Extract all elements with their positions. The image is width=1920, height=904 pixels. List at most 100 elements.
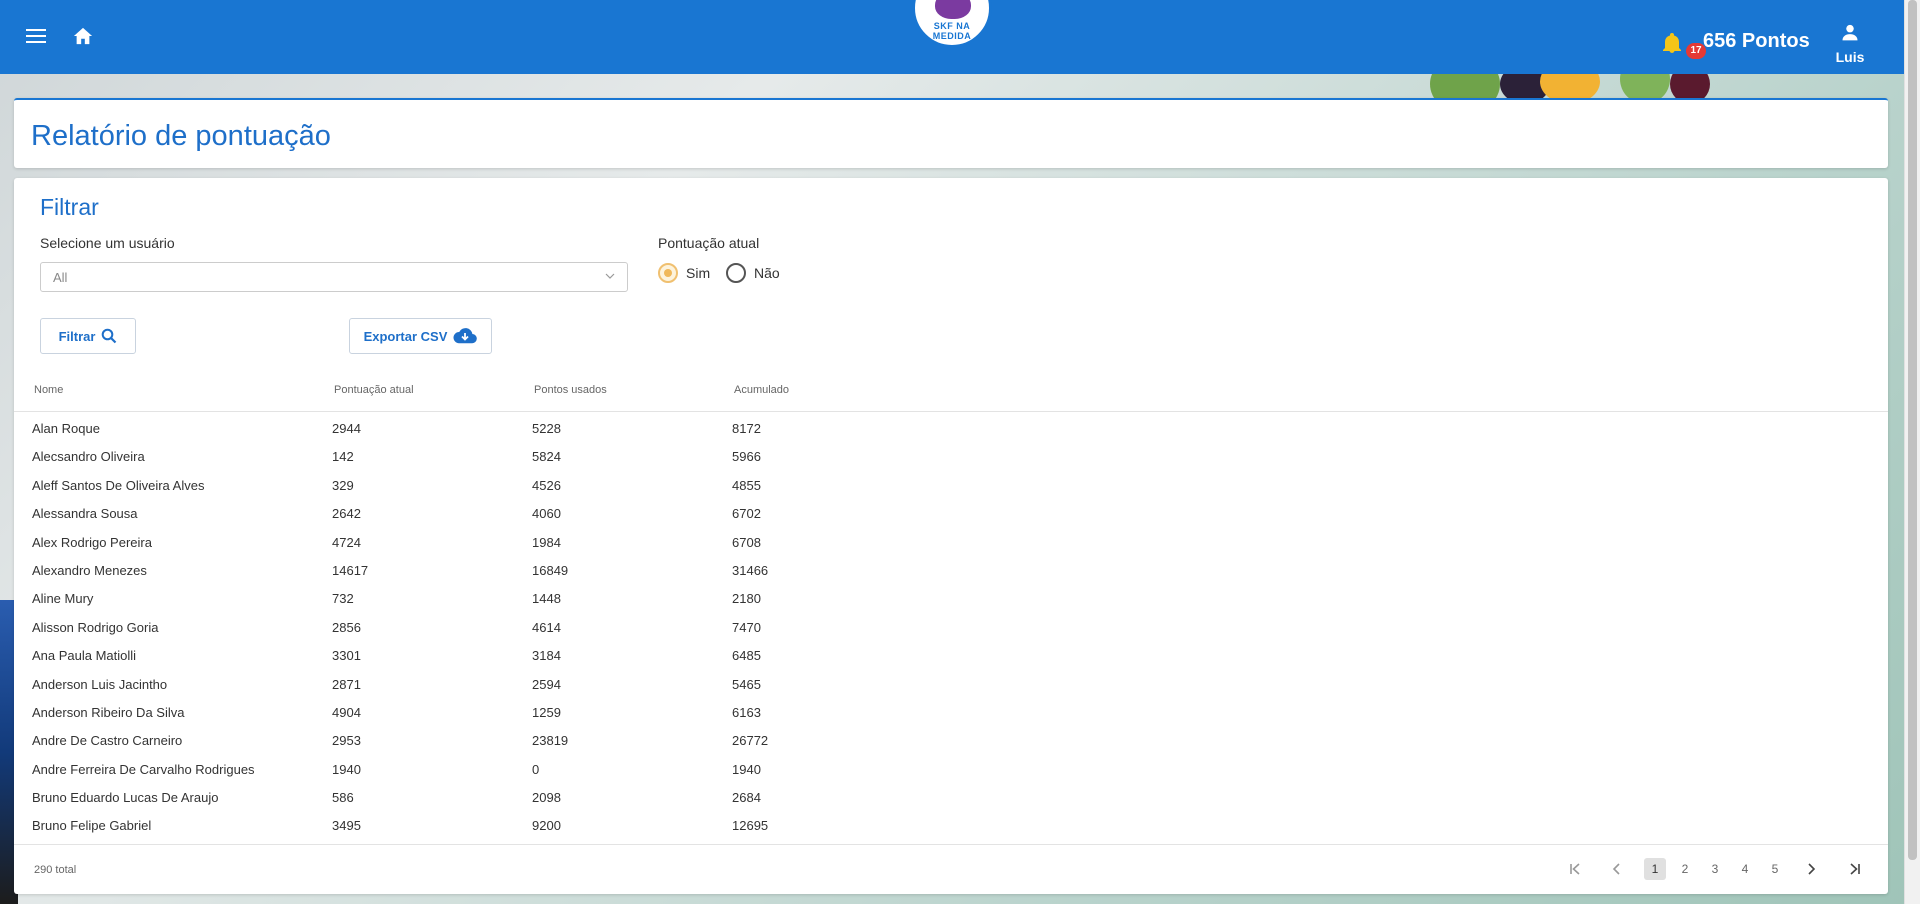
cell-pontos-usados: 2098 (532, 790, 561, 806)
export-csv-button[interactable]: Exportar CSV (349, 318, 492, 354)
user-points: 656 Pontos (1703, 30, 1810, 52)
cell-acumulado: 31466 (732, 562, 769, 578)
cell-nome: Aline Mury (32, 591, 94, 607)
cell-nome: Alexandro Menezes (32, 562, 147, 578)
total-count: 290 total (34, 864, 77, 876)
column-header-nome[interactable]: Nome (34, 384, 63, 396)
user-select-label: Selecione um usuário (40, 235, 175, 251)
radio-nao-label: Não (754, 265, 780, 281)
table-row: Alecsandro Oliveira 142 5824 5966 (14, 441, 1888, 469)
user-name: Luis (1835, 49, 1865, 65)
page-1-button[interactable]: 1 (1644, 858, 1666, 880)
cell-pontuacao-atual: 2953 (332, 733, 361, 749)
chevron-down-icon (605, 273, 615, 279)
user-select-value: All (53, 270, 68, 285)
cell-nome: Bruno Felipe Gabriel (32, 818, 152, 834)
cell-pontuacao-atual: 4724 (332, 534, 361, 550)
table-row: Anderson Ribeiro Da Silva 4904 1259 6163 (14, 697, 1888, 725)
cloud-download-icon (453, 328, 478, 344)
cell-pontos-usados: 4060 (532, 506, 561, 522)
cell-pontos-usados: 1259 (532, 704, 561, 720)
last-page-icon[interactable] (1844, 858, 1866, 880)
cell-pontuacao-atual: 2944 (332, 421, 361, 436)
page-2-button[interactable]: 2 (1674, 858, 1696, 880)
column-header-acumulado[interactable]: Acumulado (734, 384, 789, 396)
cell-acumulado: 4855 (732, 477, 761, 493)
filter-button-label: Filtrar (58, 328, 96, 344)
cell-nome: Andre De Castro Carneiro (32, 733, 183, 749)
menu-icon[interactable] (24, 26, 48, 46)
page-scrollbar[interactable] (1904, 0, 1920, 904)
cell-nome: Bruno Eduardo Lucas De Araujo (32, 790, 219, 806)
cell-pontuacao-atual: 1940 (332, 761, 361, 777)
cell-acumulado: 12695 (732, 818, 769, 834)
search-icon (102, 328, 117, 344)
next-page-icon[interactable] (1800, 858, 1822, 880)
cell-pontos-usados: 4526 (532, 477, 561, 493)
cell-nome: Alessandra Sousa (32, 506, 138, 522)
cell-pontuacao-atual: 329 (332, 477, 354, 493)
filter-button[interactable]: Filtrar (40, 318, 136, 354)
cell-acumulado: 1940 (732, 761, 761, 777)
report-card: Filtrar Selecione um usuário All Pontuaç… (14, 178, 1888, 894)
cell-nome: Alecsandro Oliveira (32, 449, 145, 465)
cell-nome: Ana Paula Matiolli (32, 648, 137, 664)
cell-pontos-usados: 9200 (532, 818, 561, 834)
cell-nome: Alan Roque (32, 421, 100, 436)
cell-acumulado: 26772 (732, 733, 769, 749)
table-header: Nome Pontuação atual Pontos usados Acumu… (14, 370, 1888, 412)
cell-acumulado: 6702 (732, 506, 761, 522)
cell-acumulado: 8172 (732, 421, 761, 436)
brand-logo[interactable]: SKF NA MEDIDA (912, 0, 992, 48)
page-3-button[interactable]: 3 (1704, 858, 1726, 880)
cell-pontuacao-atual: 3301 (332, 648, 361, 664)
cell-pontos-usados: 2594 (532, 676, 561, 692)
user-icon (1842, 24, 1858, 41)
cell-pontuacao-atual: 732 (332, 591, 354, 607)
radio-sim-circle (658, 263, 678, 283)
cell-acumulado: 6485 (732, 648, 761, 664)
cell-acumulado: 5966 (732, 449, 761, 465)
cell-nome: Anderson Luis Jacintho (32, 676, 168, 692)
cell-pontuacao-atual: 3495 (332, 818, 361, 834)
previous-page-icon[interactable] (1606, 858, 1628, 880)
table-row: Bruno Eduardo Lucas De Araujo 586 2098 2… (14, 782, 1888, 810)
cell-pontuacao-atual: 586 (332, 790, 354, 806)
cell-nome: Andre Ferreira De Carvalho Rodrigues (32, 761, 255, 777)
cell-nome: Anderson Ribeiro Da Silva (32, 704, 185, 720)
table-row: Ana Paula Matiolli 3301 3184 6485 (14, 640, 1888, 668)
filter-section-title: Filtrar (40, 194, 99, 220)
table-row: Alex Rodrigo Pereira 4724 1984 6708 (14, 527, 1888, 555)
radio-nao-circle (726, 263, 746, 283)
home-icon[interactable] (72, 26, 96, 50)
cell-acumulado: 2180 (732, 591, 761, 607)
user-menu[interactable]: Luis (1828, 22, 1872, 65)
cell-nome: Alex Rodrigo Pereira (32, 534, 152, 550)
cell-pontuacao-atual: 14617 (332, 562, 369, 578)
cell-nome: Alisson Rodrigo Goria (32, 619, 159, 635)
user-select[interactable]: All (40, 262, 628, 292)
notification-bell-icon[interactable] (1662, 32, 1682, 54)
cell-pontos-usados: 0 (532, 761, 540, 777)
cell-pontos-usados: 5824 (532, 449, 561, 465)
column-header-pontos-usados[interactable]: Pontos usados (534, 384, 607, 396)
first-page-icon[interactable] (1564, 858, 1586, 880)
cell-pontuacao-atual: 2642 (332, 506, 361, 522)
column-header-pontuacao-atual[interactable]: Pontuação atual (334, 384, 414, 396)
page-5-button[interactable]: 5 (1764, 858, 1786, 880)
table-row: Aleff Santos De Oliveira Alves 329 4526 … (14, 470, 1888, 498)
logo-text: SKF NA MEDIDA (932, 21, 972, 41)
page-4-button[interactable]: 4 (1734, 858, 1756, 880)
current-points-label: Pontuação atual (658, 235, 760, 251)
cell-acumulado: 5465 (732, 676, 761, 692)
table-row: Andre De Castro Carneiro 2953 23819 2677… (14, 725, 1888, 753)
cell-acumulado: 6163 (732, 704, 761, 720)
table-row: Alexandro Menezes 14617 16849 31466 (14, 555, 1888, 583)
cell-pontos-usados: 1984 (532, 534, 561, 550)
table-row: Alessandra Sousa 2642 4060 6702 (14, 498, 1888, 526)
cell-nome: Aleff Santos De Oliveira Alves (32, 477, 205, 493)
table-body: Alan Roque 2944 5228 8172 Alecsandro Oli… (14, 413, 1888, 839)
cell-pontuacao-atual: 4904 (332, 704, 361, 720)
table-row: Alisson Rodrigo Goria 2856 4614 7470 (14, 612, 1888, 640)
cell-pontos-usados: 1448 (532, 591, 561, 607)
